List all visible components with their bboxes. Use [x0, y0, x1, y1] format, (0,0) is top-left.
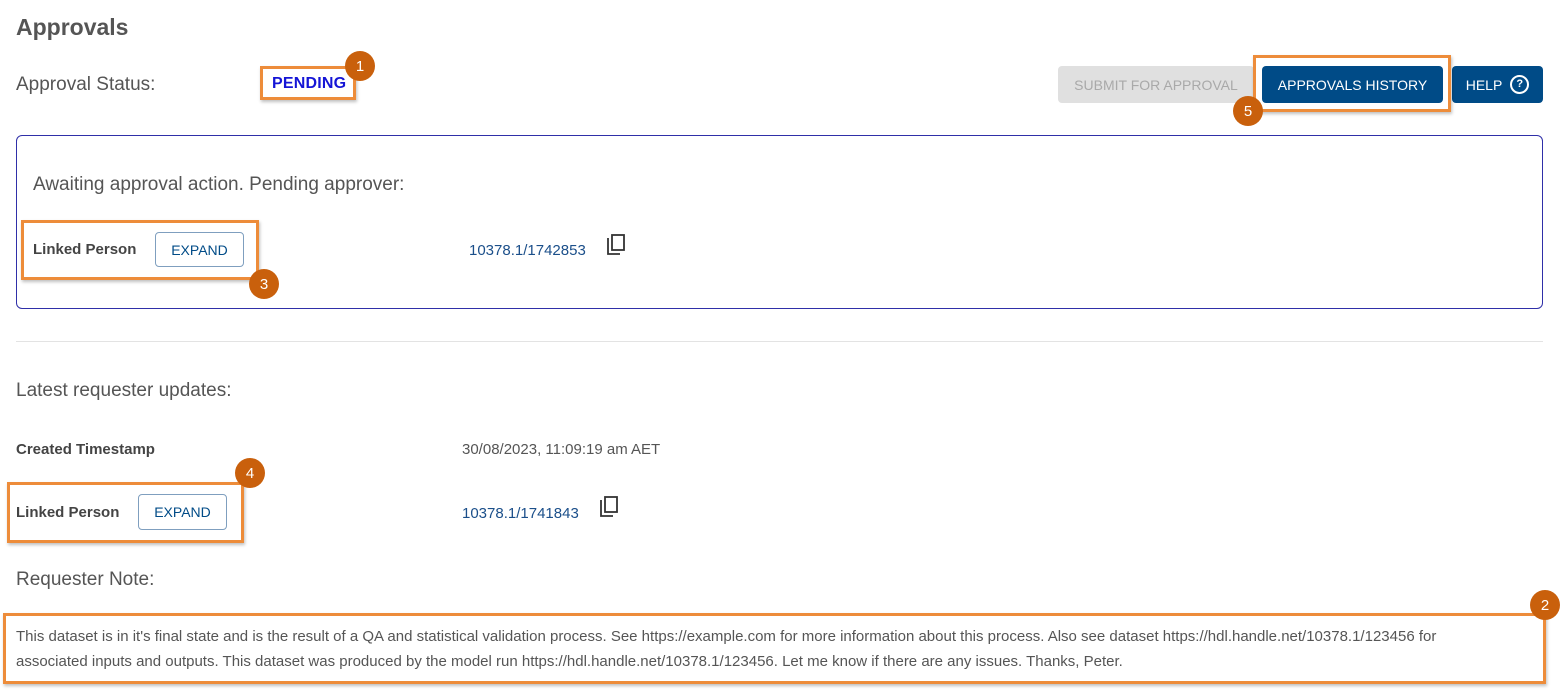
annotation-marker-5: 5 [1233, 96, 1263, 126]
submit-for-approval-button[interactable]: SUBMIT FOR APPROVAL [1058, 66, 1254, 103]
created-timestamp-value: 30/08/2023, 11:09:19 am AET [462, 441, 661, 458]
help-circle-icon: ? [1510, 75, 1530, 94]
page-title: Approvals [16, 14, 129, 40]
pending-linked-person-label: Linked Person [33, 241, 137, 258]
requester-expand-button[interactable]: EXPAND [138, 494, 227, 530]
requester-note-text: This dataset is in it's final state and … [16, 624, 1541, 674]
pending-approver-heading: Awaiting approval action. Pending approv… [33, 174, 405, 195]
copy-icon[interactable] [600, 496, 618, 517]
annotation-marker-3: 3 [249, 269, 279, 299]
pending-expand-label: EXPAND [171, 241, 228, 258]
submit-for-approval-label: SUBMIT FOR APPROVAL [1074, 76, 1238, 93]
requester-note-label: Requester Note: [16, 569, 155, 590]
annotation-marker-2: 2 [1530, 590, 1560, 620]
requester-expand-label: EXPAND [154, 504, 211, 520]
requester-updates-heading: Latest requester updates: [16, 380, 232, 401]
approval-status-value: PENDING [272, 75, 347, 92]
pending-handle-link[interactable]: 10378.1/1742853 [469, 242, 586, 259]
requester-handle-link[interactable]: 10378.1/1741843 [462, 505, 579, 522]
approval-status-label: Approval Status: [16, 74, 156, 95]
approvals-history-label: APPROVALS HISTORY [1277, 76, 1428, 93]
copy-icon[interactable] [607, 234, 625, 255]
created-timestamp-label: Created Timestamp [16, 441, 155, 458]
annotation-marker-1: 1 [345, 51, 375, 81]
help-button[interactable]: HELP ? [1452, 66, 1543, 103]
requester-note-line-2: associated inputs and outputs. This data… [16, 653, 1123, 670]
annotation-marker-4: 4 [235, 458, 265, 488]
pending-approver-panel [16, 135, 1543, 309]
requester-linked-person-label: Linked Person [16, 504, 120, 521]
help-label: HELP [1465, 76, 1503, 93]
requester-note-line-1: This dataset is in it's final state and … [16, 628, 1437, 645]
pending-expand-button[interactable]: EXPAND [155, 232, 244, 267]
approvals-page: Approvals Approval Status: PENDING SUBMI… [0, 0, 1560, 691]
section-divider [16, 341, 1543, 342]
approvals-history-button[interactable]: APPROVALS HISTORY [1262, 66, 1443, 103]
